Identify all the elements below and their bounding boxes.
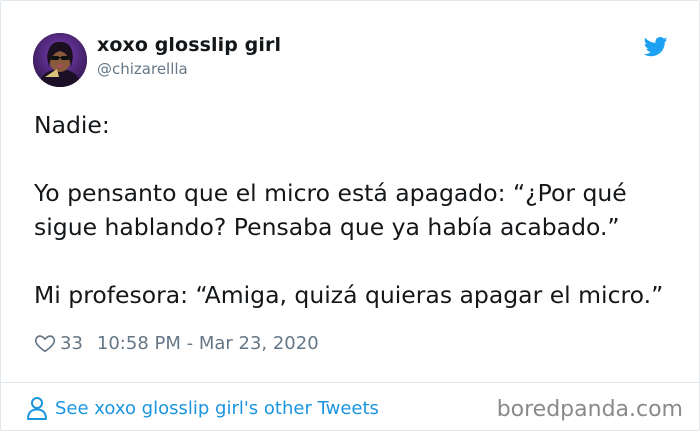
heart-icon[interactable] bbox=[34, 332, 56, 354]
see-other-tweets-link[interactable]: See xoxo glosslip girl's other Tweets bbox=[26, 395, 379, 421]
twitter-bird-icon[interactable] bbox=[644, 37, 668, 57]
avatar-image bbox=[33, 33, 87, 87]
divider bbox=[1, 382, 699, 383]
tweet-line: sigue hablando? Pensaba que ya había aca… bbox=[34, 213, 620, 241]
person-icon bbox=[27, 397, 47, 420]
user-handle[interactable]: @chizarellla bbox=[97, 60, 188, 78]
tweet-meta: 33 10:58 PM - Mar 23, 2020 bbox=[34, 331, 319, 355]
display-name[interactable]: xoxo glosslip girl bbox=[97, 34, 281, 56]
see-other-tweets-label[interactable]: See xoxo glosslip girl's other Tweets bbox=[55, 398, 379, 419]
watermark: boredpanda.com bbox=[496, 397, 683, 422]
like-count[interactable]: 33 bbox=[60, 333, 83, 354]
tweet-timestamp[interactable]: 10:58 PM - Mar 23, 2020 bbox=[97, 333, 319, 354]
tweet-text: Nadie: Yo pensanto que el micro está apa… bbox=[34, 108, 684, 312]
tweet-card: xoxo glosslip girl @chizarellla Nadie: Y… bbox=[0, 0, 700, 431]
tweet-line: Mi profesora: “Amiga, quizá quieras apag… bbox=[34, 281, 664, 309]
tweet-line: Yo pensanto que el micro está apagado: “… bbox=[34, 179, 627, 207]
tweet-line: Nadie: bbox=[34, 111, 110, 139]
avatar[interactable] bbox=[33, 33, 87, 87]
